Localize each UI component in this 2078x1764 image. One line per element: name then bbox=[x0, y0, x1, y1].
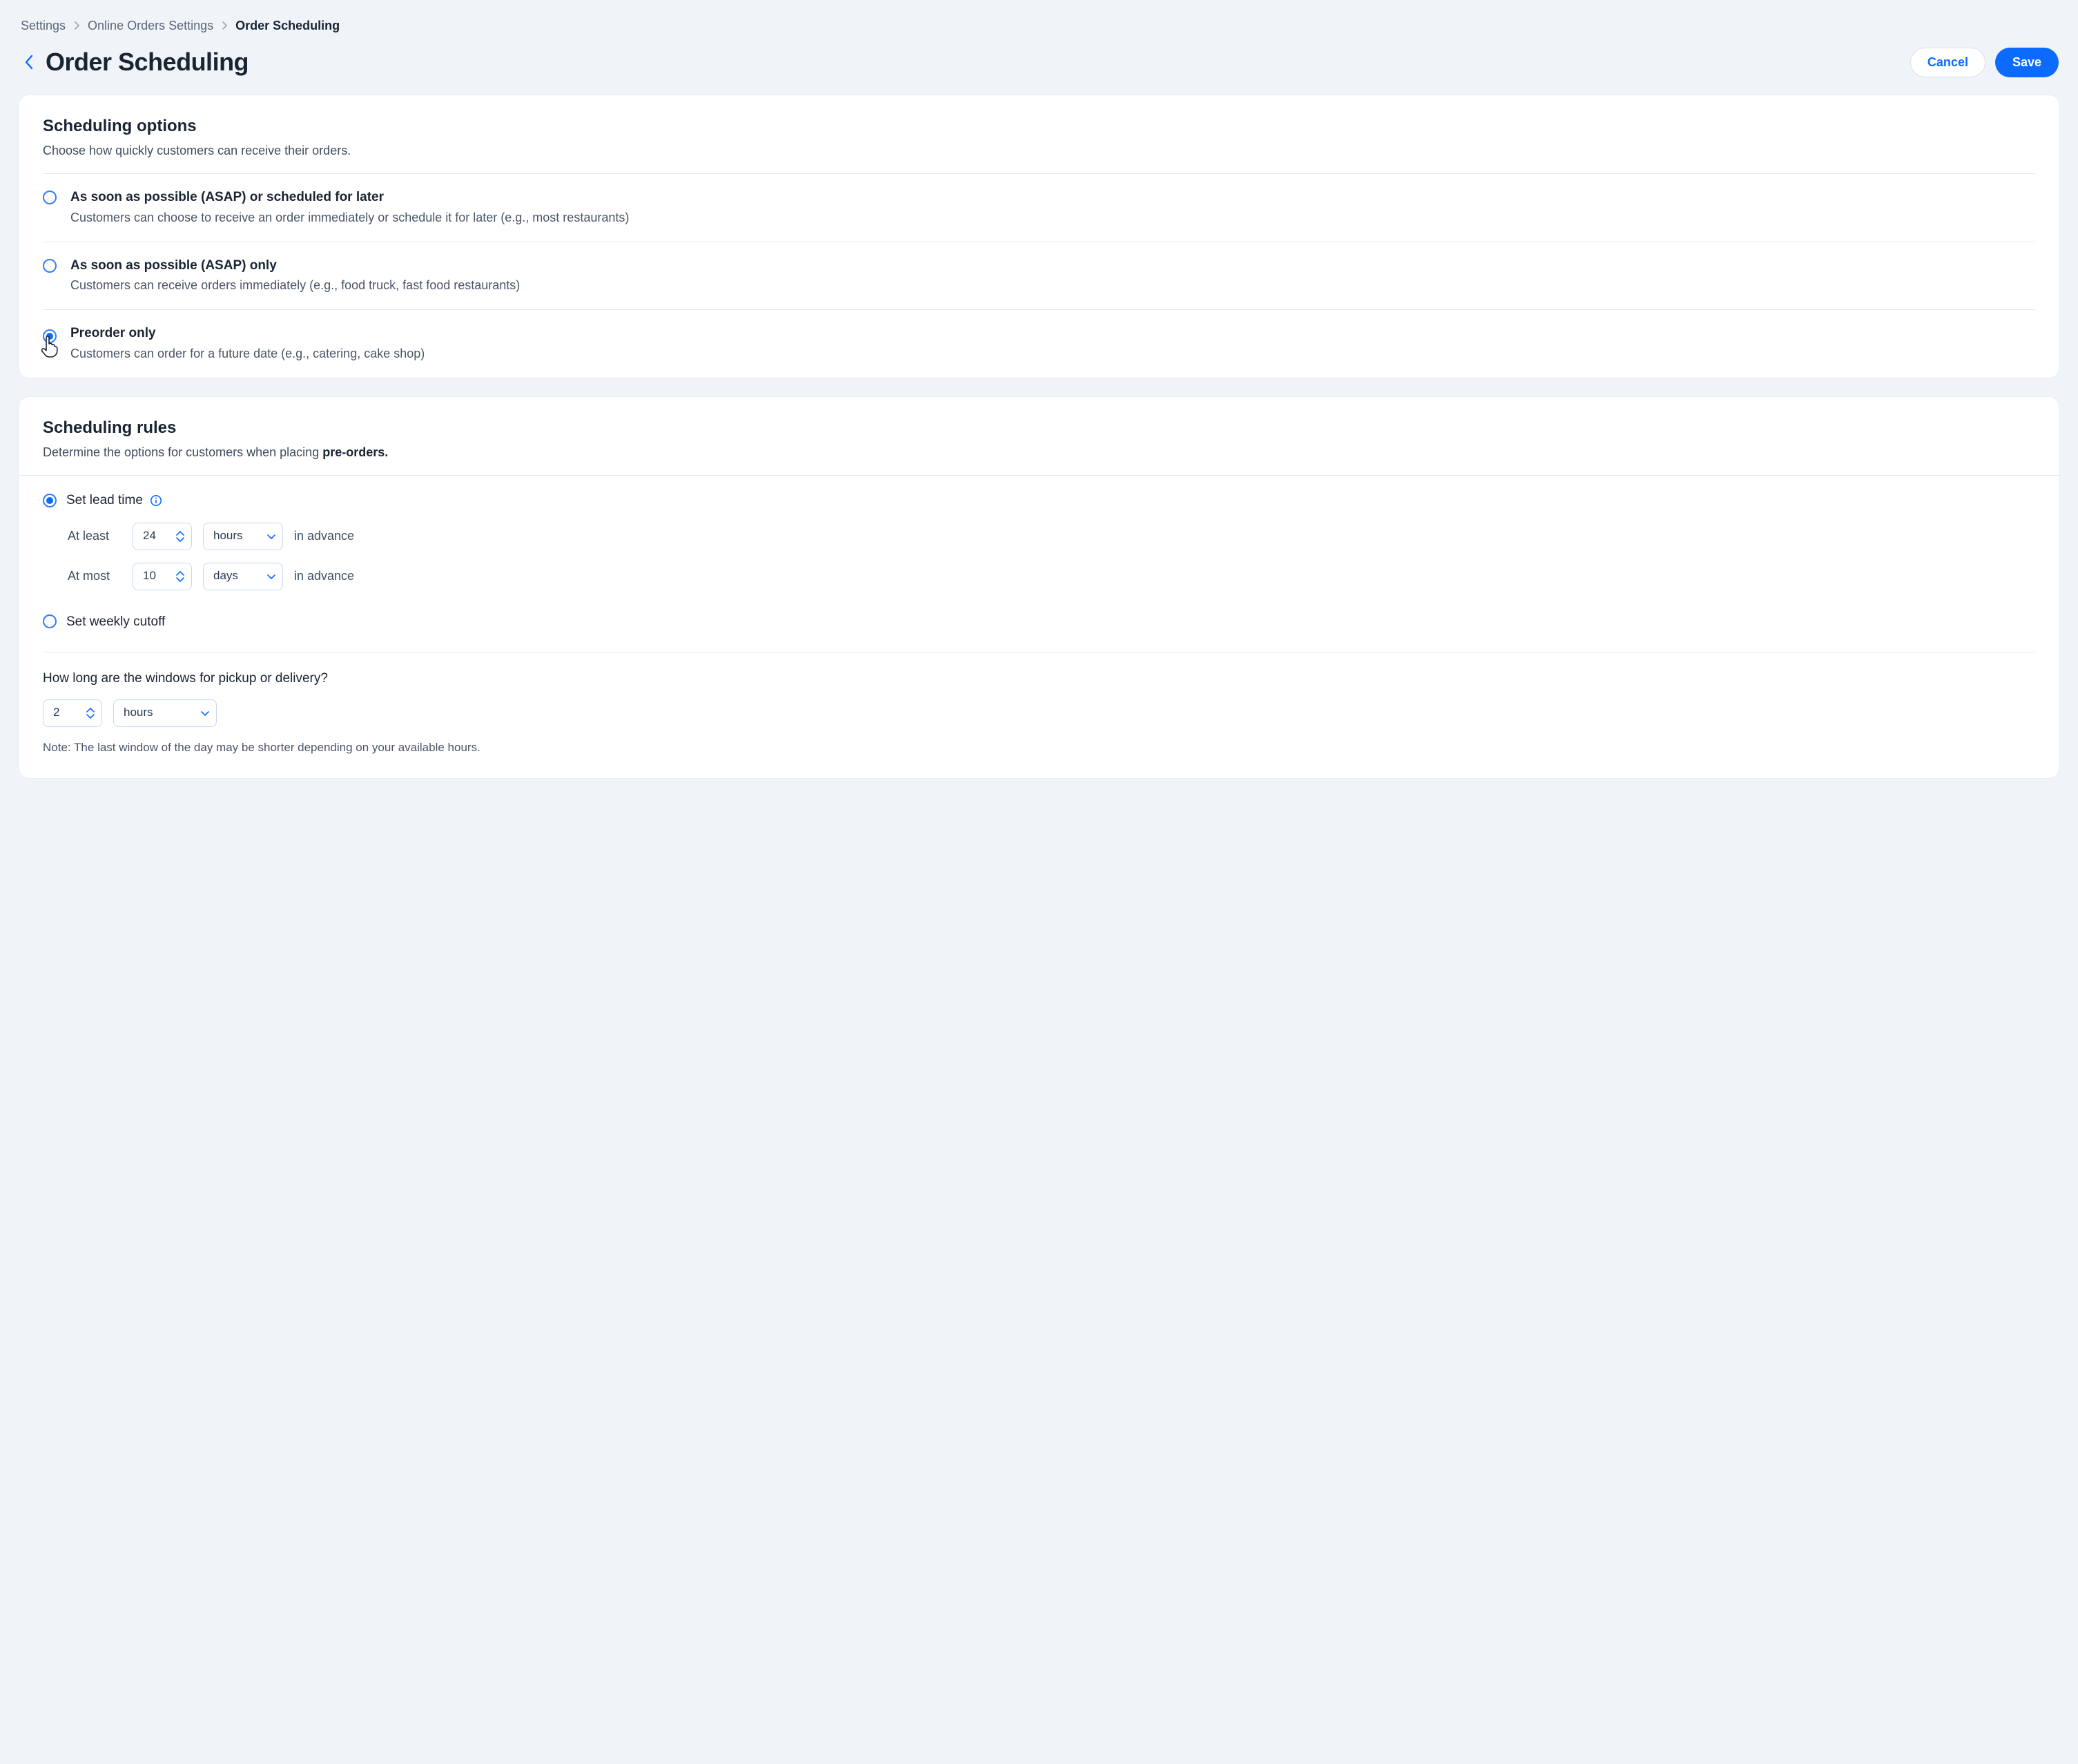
at-least-unit-select[interactable]: hours bbox=[203, 523, 283, 550]
chevron-down-icon bbox=[201, 710, 209, 716]
window-question: How long are the windows for pickup or d… bbox=[43, 669, 2035, 688]
stepper-arrows-icon[interactable] bbox=[176, 531, 184, 542]
chevron-down-icon bbox=[267, 534, 275, 539]
scheduling-options-card: Scheduling options Choose how quickly cu… bbox=[19, 95, 2059, 378]
lead-time-at-least-row: At least 24 hours in advance bbox=[68, 523, 2035, 550]
rule-weekly-cutoff-label: Set weekly cutoff bbox=[66, 612, 165, 632]
radio-unchecked-icon[interactable] bbox=[43, 191, 57, 204]
at-most-label: At most bbox=[68, 567, 122, 585]
chevron-right-icon bbox=[74, 21, 79, 30]
save-button[interactable]: Save bbox=[1995, 48, 2059, 77]
page-title: Order Scheduling bbox=[46, 44, 249, 80]
back-button[interactable] bbox=[19, 52, 39, 72]
option-title: As soon as possible (ASAP) only bbox=[70, 256, 520, 275]
radio-unchecked-icon[interactable] bbox=[43, 259, 57, 273]
rule-weekly-cutoff[interactable]: Set weekly cutoff bbox=[43, 600, 2035, 632]
at-least-unit: hours bbox=[213, 527, 243, 545]
option-asap-or-scheduled[interactable]: As soon as possible (ASAP) or scheduled … bbox=[43, 174, 2035, 242]
at-most-value: 10 bbox=[143, 568, 156, 585]
option-desc: Customers can receive orders immediately… bbox=[70, 276, 520, 294]
scheduling-options-title: Scheduling options bbox=[43, 115, 2035, 139]
stepper-arrows-icon[interactable] bbox=[176, 571, 184, 582]
at-least-label: At least bbox=[68, 527, 122, 545]
at-most-unit-select[interactable]: days bbox=[203, 563, 283, 590]
breadcrumb-online-orders-settings[interactable]: Online Orders Settings bbox=[88, 17, 213, 35]
cursor-pointer-icon bbox=[40, 333, 59, 358]
rule-lead-time-label: Set lead time bbox=[66, 491, 143, 510]
at-least-value: 24 bbox=[143, 527, 156, 545]
scheduling-options-subtitle: Choose how quickly customers can receive… bbox=[43, 142, 2035, 159]
radio-unchecked-icon[interactable] bbox=[43, 614, 57, 628]
breadcrumb: Settings Online Orders Settings Order Sc… bbox=[19, 8, 2059, 37]
info-icon[interactable] bbox=[150, 494, 162, 507]
page-header: Order Scheduling Cancel Save bbox=[19, 44, 2059, 80]
chevron-right-icon bbox=[222, 21, 227, 30]
breadcrumb-settings[interactable]: Settings bbox=[21, 17, 66, 35]
breadcrumb-current: Order Scheduling bbox=[235, 17, 340, 35]
in-advance-label: in advance bbox=[294, 527, 354, 545]
lead-time-at-most-row: At most 10 days in advance bbox=[68, 563, 2035, 590]
window-duration-row: 2 hours bbox=[43, 699, 2035, 727]
at-least-value-stepper[interactable]: 24 bbox=[133, 523, 192, 550]
window-value: 2 bbox=[53, 704, 59, 721]
option-preorder-only[interactable]: Preorder only Customers can order for a … bbox=[43, 310, 2035, 378]
at-most-value-stepper[interactable]: 10 bbox=[133, 563, 192, 590]
option-title: Preorder only bbox=[70, 324, 425, 343]
option-desc: Customers can choose to receive an order… bbox=[70, 209, 629, 226]
stepper-arrows-icon[interactable] bbox=[86, 708, 95, 719]
scheduling-rules-subtitle: Determine the options for customers when… bbox=[43, 443, 2035, 461]
at-most-unit: days bbox=[213, 568, 238, 585]
in-advance-label: in advance bbox=[294, 567, 354, 585]
scheduling-rules-card: Scheduling rules Determine the options f… bbox=[19, 397, 2059, 778]
window-unit: hours bbox=[124, 704, 153, 721]
radio-checked-icon[interactable] bbox=[43, 494, 57, 507]
rule-lead-time[interactable]: Set lead time bbox=[43, 478, 2035, 510]
scheduling-rules-title: Scheduling rules bbox=[43, 416, 2035, 440]
option-desc: Customers can order for a future date (e… bbox=[70, 345, 425, 362]
window-value-stepper[interactable]: 2 bbox=[43, 699, 102, 727]
chevron-down-icon bbox=[267, 574, 275, 579]
chevron-left-icon bbox=[24, 55, 34, 70]
window-note: Note: The last window of the day may be … bbox=[43, 739, 2035, 757]
cancel-button[interactable]: Cancel bbox=[1910, 48, 1985, 77]
option-title: As soon as possible (ASAP) or scheduled … bbox=[70, 188, 629, 207]
option-asap-only[interactable]: As soon as possible (ASAP) only Customer… bbox=[43, 242, 2035, 311]
window-unit-select[interactable]: hours bbox=[113, 699, 217, 727]
